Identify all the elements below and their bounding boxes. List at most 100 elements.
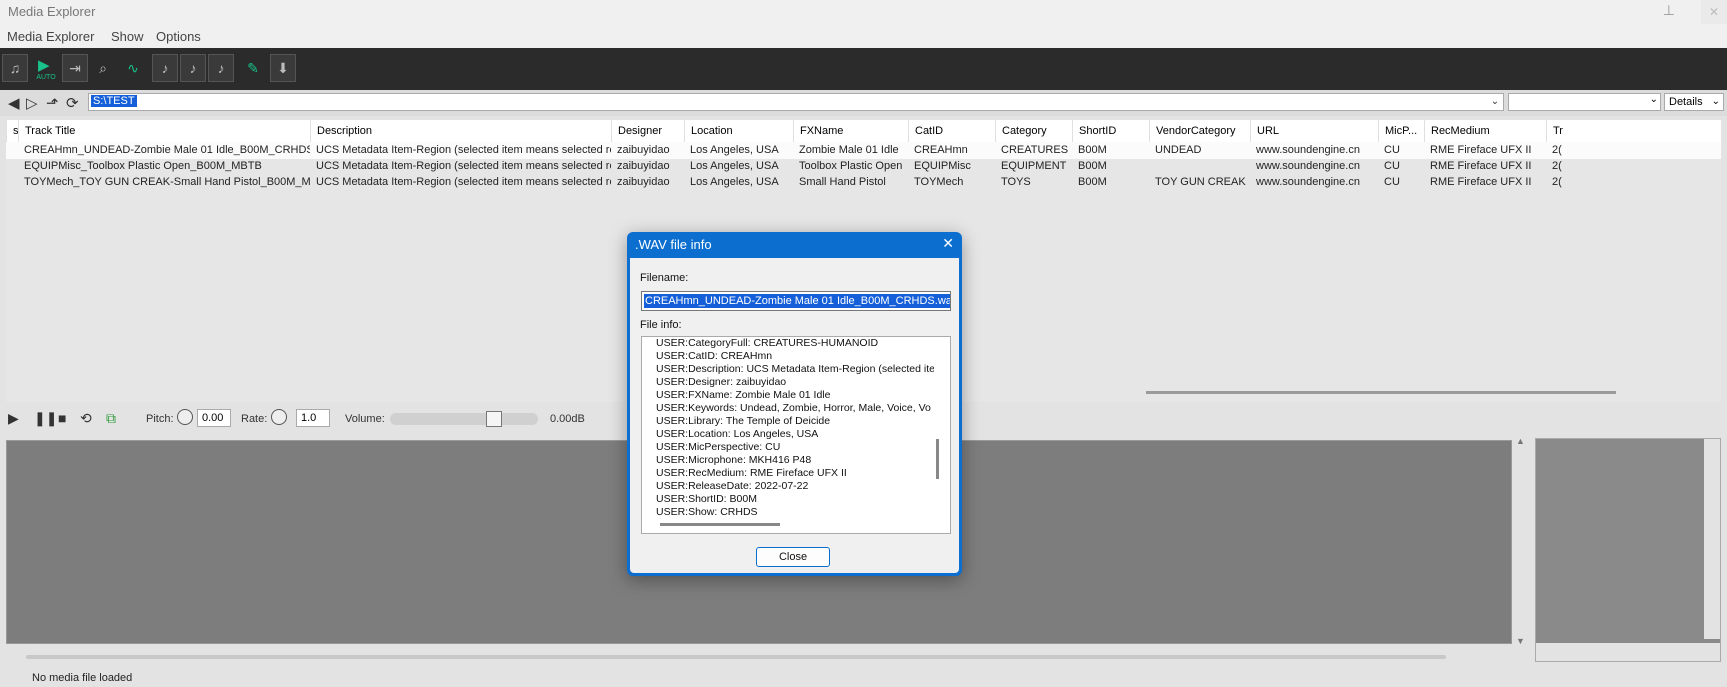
- column-header[interactable]: RecMedium: [1424, 120, 1546, 142]
- tempo-match-icon[interactable]: ♪: [152, 54, 178, 82]
- column-header[interactable]: Category: [995, 120, 1072, 142]
- fileinfo-vertical-scrollbar[interactable]: [936, 439, 939, 479]
- search-input[interactable]: ⌄: [1508, 93, 1661, 111]
- table-cell: UCS Metadata Item-Region (selected item …: [316, 144, 611, 156]
- forward-arrow-icon[interactable]: ▷: [26, 94, 38, 112]
- table-row[interactable]: EQUIPMisc_Toolbox Plastic Open_B00M_MBTB…: [6, 158, 1721, 175]
- routing-icon[interactable]: ⧉: [106, 410, 116, 427]
- table-row[interactable]: CREAHmn_UNDEAD-Zombie Male 01 Idle_B00M_…: [6, 142, 1721, 159]
- rate-knob[interactable]: [271, 409, 287, 425]
- waveform-vertical-scrollbar[interactable]: ▲ ▼: [1512, 436, 1530, 648]
- column-header[interactable]: Tr: [1546, 120, 1586, 142]
- volume-db: 0.00dB: [550, 413, 585, 425]
- column-header[interactable]: Description: [310, 120, 611, 142]
- headphones-icon[interactable]: ♫: [2, 54, 28, 82]
- view-mode-select[interactable]: Details ⌄: [1664, 93, 1724, 111]
- volume-slider-thumb[interactable]: [486, 411, 502, 427]
- auto-label: AUTO: [36, 74, 56, 81]
- fileinfo-line: USER:Keywords: Undead, Zombie, Horror, M…: [656, 402, 931, 414]
- play-icon[interactable]: ▶: [8, 410, 19, 427]
- scroll-down-icon[interactable]: ▼: [1516, 636, 1525, 646]
- table-cell: TOYMech_TOY GUN CREAK-Small Hand Pistol_…: [24, 176, 310, 188]
- column-header[interactable]: CatID: [908, 120, 995, 142]
- download-icon[interactable]: ⬇: [270, 54, 296, 82]
- fileinfo-line: USER:CategoryFull: CREATURES-HUMANOID: [656, 337, 879, 349]
- pencil-icon[interactable]: ✎: [240, 54, 266, 82]
- column-header[interactable]: VendorCategory: [1149, 120, 1250, 142]
- filename-field[interactable]: CREAHmn_UNDEAD-Zombie Male 01 Idle_B00M_…: [641, 291, 951, 311]
- back-arrow-icon[interactable]: ◀: [8, 94, 20, 112]
- tempo-half-icon[interactable]: ♪: [208, 54, 234, 82]
- menu-media-explorer[interactable]: Media Explorer: [7, 29, 94, 44]
- search-tool-icon[interactable]: ⌕: [90, 54, 116, 82]
- table-cell: zaibuyidao: [617, 144, 670, 156]
- fileinfo-line: USER:Microphone: MKH416 P48: [656, 454, 812, 466]
- pitch-label: Pitch:: [146, 413, 174, 425]
- tempo-x2-icon[interactable]: ♪: [180, 54, 206, 82]
- rate-field[interactable]: 1.0: [296, 409, 330, 427]
- table-cell: CU: [1384, 160, 1400, 172]
- preview-horizontal-scrollbar[interactable]: [1536, 643, 1720, 661]
- column-header[interactable]: Track Title: [18, 120, 310, 142]
- pin-icon[interactable]: ⊥: [1663, 2, 1675, 19]
- window-title: Media Explorer: [8, 4, 96, 19]
- chevron-down-icon[interactable]: ⌄: [1487, 94, 1503, 110]
- column-header[interactable]: Designer: [611, 120, 684, 142]
- fileinfo-horizontal-scrollbar[interactable]: [660, 523, 780, 526]
- table-cell: Los Angeles, USA: [690, 144, 779, 156]
- table-cell: CREAHmn_UNDEAD-Zombie Male 01 Idle_B00M_…: [24, 144, 310, 156]
- waveform-info-icon[interactable]: ∿: [120, 54, 146, 82]
- table-cell: CU: [1384, 144, 1400, 156]
- scroll-up-icon[interactable]: ▲: [1516, 436, 1525, 446]
- column-header[interactable]: ShortID: [1072, 120, 1149, 142]
- loop-icon[interactable]: ⟲: [80, 410, 92, 427]
- pitch-field[interactable]: 0.00: [197, 409, 231, 427]
- column-header[interactable]: Location: [684, 120, 793, 142]
- chevron-down-icon: ⌄: [1711, 96, 1720, 107]
- stop-icon[interactable]: ■: [58, 410, 66, 426]
- column-header[interactable]: FXName: [793, 120, 908, 142]
- table-horizontal-scrollbar[interactable]: [1146, 391, 1616, 394]
- close-button[interactable]: Close: [756, 547, 830, 567]
- fileinfo-line: USER:ReleaseDate: 2022-07-22: [656, 480, 809, 492]
- column-header[interactable]: MicP...: [1378, 120, 1424, 142]
- table-cell: www.soundengine.cn: [1256, 144, 1360, 156]
- scroll-track[interactable]: [26, 655, 1446, 659]
- dialog-title: .WAV file info: [635, 237, 712, 252]
- menu-show[interactable]: Show: [111, 29, 144, 44]
- volume-slider[interactable]: [390, 411, 538, 427]
- table-cell: Los Angeles, USA: [690, 176, 779, 188]
- table-cell: B00M: [1078, 176, 1107, 188]
- window-close-button[interactable]: ✕: [1701, 0, 1727, 24]
- waveform-horizontal-scrollbar[interactable]: [6, 651, 1512, 663]
- pause-icon[interactable]: ❚❚: [34, 410, 57, 427]
- column-header[interactable]: ss: [6, 120, 18, 142]
- table-cell: Zombie Male 01 Idle: [799, 144, 899, 156]
- view-mode-value: Details: [1669, 96, 1703, 108]
- table-cell: zaibuyidao: [617, 160, 670, 172]
- table-cell: B00M: [1078, 160, 1107, 172]
- table-cell: www.soundengine.cn: [1256, 176, 1360, 188]
- auto-play-button[interactable]: ▶ AUTO: [32, 54, 58, 82]
- column-header[interactable]: URL: [1250, 120, 1378, 142]
- up-folder-icon[interactable]: ⬏: [46, 94, 59, 112]
- path-input[interactable]: S:\TEST ⌄: [88, 93, 1504, 111]
- close-icon[interactable]: ✕: [942, 235, 954, 252]
- fileinfo-line: USER:FXName: Zombie Male 01 Idle: [656, 389, 831, 401]
- preview-vertical-scrollbar[interactable]: [1704, 439, 1720, 639]
- fileinfo-textarea[interactable]: USER:CategoryFull: CREATURES-HUMANOID USE…: [641, 336, 951, 534]
- menu-options[interactable]: Options: [156, 29, 201, 44]
- fileinfo-line: USER:Library: The Temple of Deicide: [656, 415, 831, 427]
- table-cell: EQUIPMisc_Toolbox Plastic Open_B00M_MBTB: [24, 160, 262, 172]
- table-cell: B00M: [1078, 144, 1107, 156]
- table-row[interactable]: TOYMech_TOY GUN CREAK-Small Hand Pistol_…: [6, 174, 1721, 191]
- refresh-icon[interactable]: ⟳: [66, 94, 79, 112]
- menu-bar: Media Explorer Show Options: [0, 24, 1727, 48]
- fileinfo-lines: USER:CategoryFull: CREATURES-HUMANOID USE…: [656, 337, 934, 515]
- table-cell: 2(: [1552, 160, 1562, 172]
- table-cell: 2(: [1552, 144, 1562, 156]
- wav-info-dialog: .WAV file info ✕ Filename: CREAHmn_UNDEA…: [627, 232, 962, 576]
- chevron-down-icon[interactable]: ⌄: [1650, 94, 1658, 105]
- pitch-knob[interactable]: [177, 409, 193, 425]
- insert-icon[interactable]: ⇥: [62, 54, 88, 82]
